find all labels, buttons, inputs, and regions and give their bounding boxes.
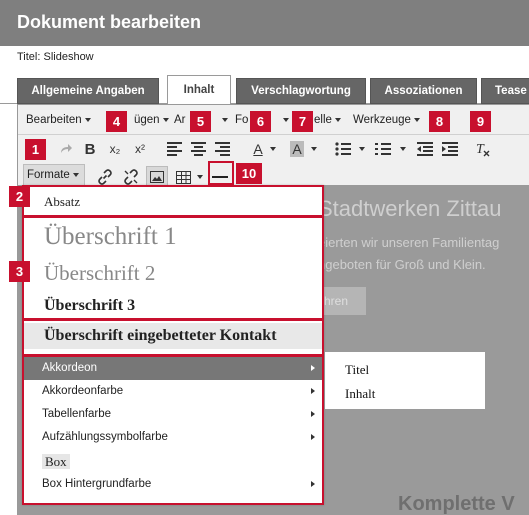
- menu-ansicht-caret[interactable]: [219, 114, 228, 126]
- bold-button[interactable]: B: [82, 139, 98, 159]
- chevron-down-icon: [310, 147, 317, 151]
- menu-einfuegen[interactable]: ügen: [134, 114, 169, 126]
- tab-assoziationen[interactable]: Assoziationen: [370, 78, 477, 104]
- chevron-down-icon: [334, 117, 341, 122]
- menu-tabelle[interactable]: elle: [314, 114, 341, 126]
- bullet-list-icon[interactable]: [334, 139, 352, 159]
- highlight-frame-contact: [22, 319, 324, 356]
- accordion-submenu: Titel Inhalt: [325, 352, 485, 409]
- menu-werkzeuge[interactable]: Werkzeuge: [353, 114, 420, 126]
- submenu-item-inhalt[interactable]: Inhalt: [345, 386, 375, 402]
- menu-format-caret[interactable]: [280, 114, 289, 126]
- align-center-icon[interactable]: [190, 139, 206, 159]
- bg-color-button[interactable]: A: [288, 139, 306, 159]
- clear-formatting-icon[interactable]: T: [474, 139, 492, 159]
- dialog-title: Dokument bearbeiten: [17, 12, 202, 32]
- badge-8: 8: [429, 111, 450, 132]
- menu-format[interactable]: Fo: [235, 114, 248, 126]
- font-color-button[interactable]: A: [249, 139, 267, 159]
- bg-heading: Stadtwerken Zittau: [318, 196, 502, 221]
- chevron-down-icon: [399, 147, 406, 151]
- menu-bearbeiten[interactable]: Bearbeiten: [26, 114, 91, 126]
- subscript-button[interactable]: x₂: [106, 139, 124, 159]
- bg-heading-2: Komplette V: [398, 493, 515, 515]
- link-icon[interactable]: [96, 167, 114, 187]
- dialog-header: Dokument bearbeiten: [0, 0, 529, 46]
- chevron-down-icon: [269, 147, 276, 151]
- superscript-button[interactable]: x²: [131, 139, 149, 159]
- bullet-list-caret[interactable]: [355, 139, 365, 159]
- badge-6: 6: [250, 111, 271, 132]
- indent-icon[interactable]: [441, 139, 459, 159]
- bg-color-caret[interactable]: [307, 139, 317, 159]
- font-color-caret[interactable]: [266, 139, 276, 159]
- badge-4: 4: [106, 111, 127, 132]
- bg-paragraph-line: eierten wir unseren Familientag: [318, 235, 500, 250]
- highlight-frame-styles: [22, 355, 324, 505]
- tab-tease[interactable]: Tease: [481, 78, 529, 104]
- chevron-down-icon: [72, 172, 79, 177]
- chevron-down-icon: [196, 175, 203, 179]
- badge-1: 1: [25, 139, 46, 160]
- bg-button: hren: [318, 287, 366, 315]
- submenu-item-titel[interactable]: Titel: [345, 362, 369, 378]
- tab-inhalt[interactable]: Inhalt: [167, 75, 231, 105]
- align-left-icon[interactable]: [166, 139, 182, 159]
- chevron-down-icon: [283, 117, 289, 122]
- chevron-down-icon: [413, 117, 420, 122]
- chevron-down-icon: [222, 117, 228, 122]
- unlink-icon[interactable]: [122, 167, 140, 187]
- highlight-frame-absatz: [22, 185, 324, 217]
- badge-5: 5: [190, 111, 211, 132]
- redo-icon[interactable]: [58, 139, 74, 159]
- tab-verschlagwortung[interactable]: Verschlagwortung: [236, 78, 366, 104]
- chevron-down-icon: [358, 147, 365, 151]
- tab-bar: Allgemeine Angaben Inhalt Verschlagwortu…: [0, 70, 529, 105]
- editor-toolbar: B x₂ x² A A T: [18, 136, 529, 192]
- badge-2: 2: [9, 186, 30, 207]
- svg-text:T: T: [476, 142, 485, 157]
- highlight-frame-headings: [22, 216, 324, 320]
- chevron-down-icon: [84, 117, 91, 122]
- table-caret[interactable]: [193, 167, 203, 187]
- badge-3: 3: [9, 261, 30, 282]
- numbered-list-caret[interactable]: [396, 139, 406, 159]
- highlight-frame-hr: [208, 161, 234, 185]
- chevron-down-icon: [162, 117, 169, 122]
- numbered-list-icon[interactable]: [374, 139, 392, 159]
- formats-dropdown-button[interactable]: Formate: [23, 164, 85, 186]
- document-title-label: Titel: Slideshow: [17, 51, 94, 63]
- menu-ansicht[interactable]: Ar: [174, 114, 186, 126]
- badge-9: 9: [470, 111, 491, 132]
- table-icon[interactable]: [174, 167, 192, 187]
- badge-7: 7: [292, 111, 313, 132]
- tab-allgemeine-angaben[interactable]: Allgemeine Angaben: [17, 78, 159, 104]
- align-right-icon[interactable]: [214, 139, 230, 159]
- editor-menubar: Bearbeiten ügen Ar Fo elle Werkzeuge: [18, 105, 529, 135]
- outdent-icon[interactable]: [416, 139, 434, 159]
- bg-paragraph-line: ngeboten für Groß und Klein.: [318, 257, 486, 272]
- badge-10: 10: [236, 163, 262, 184]
